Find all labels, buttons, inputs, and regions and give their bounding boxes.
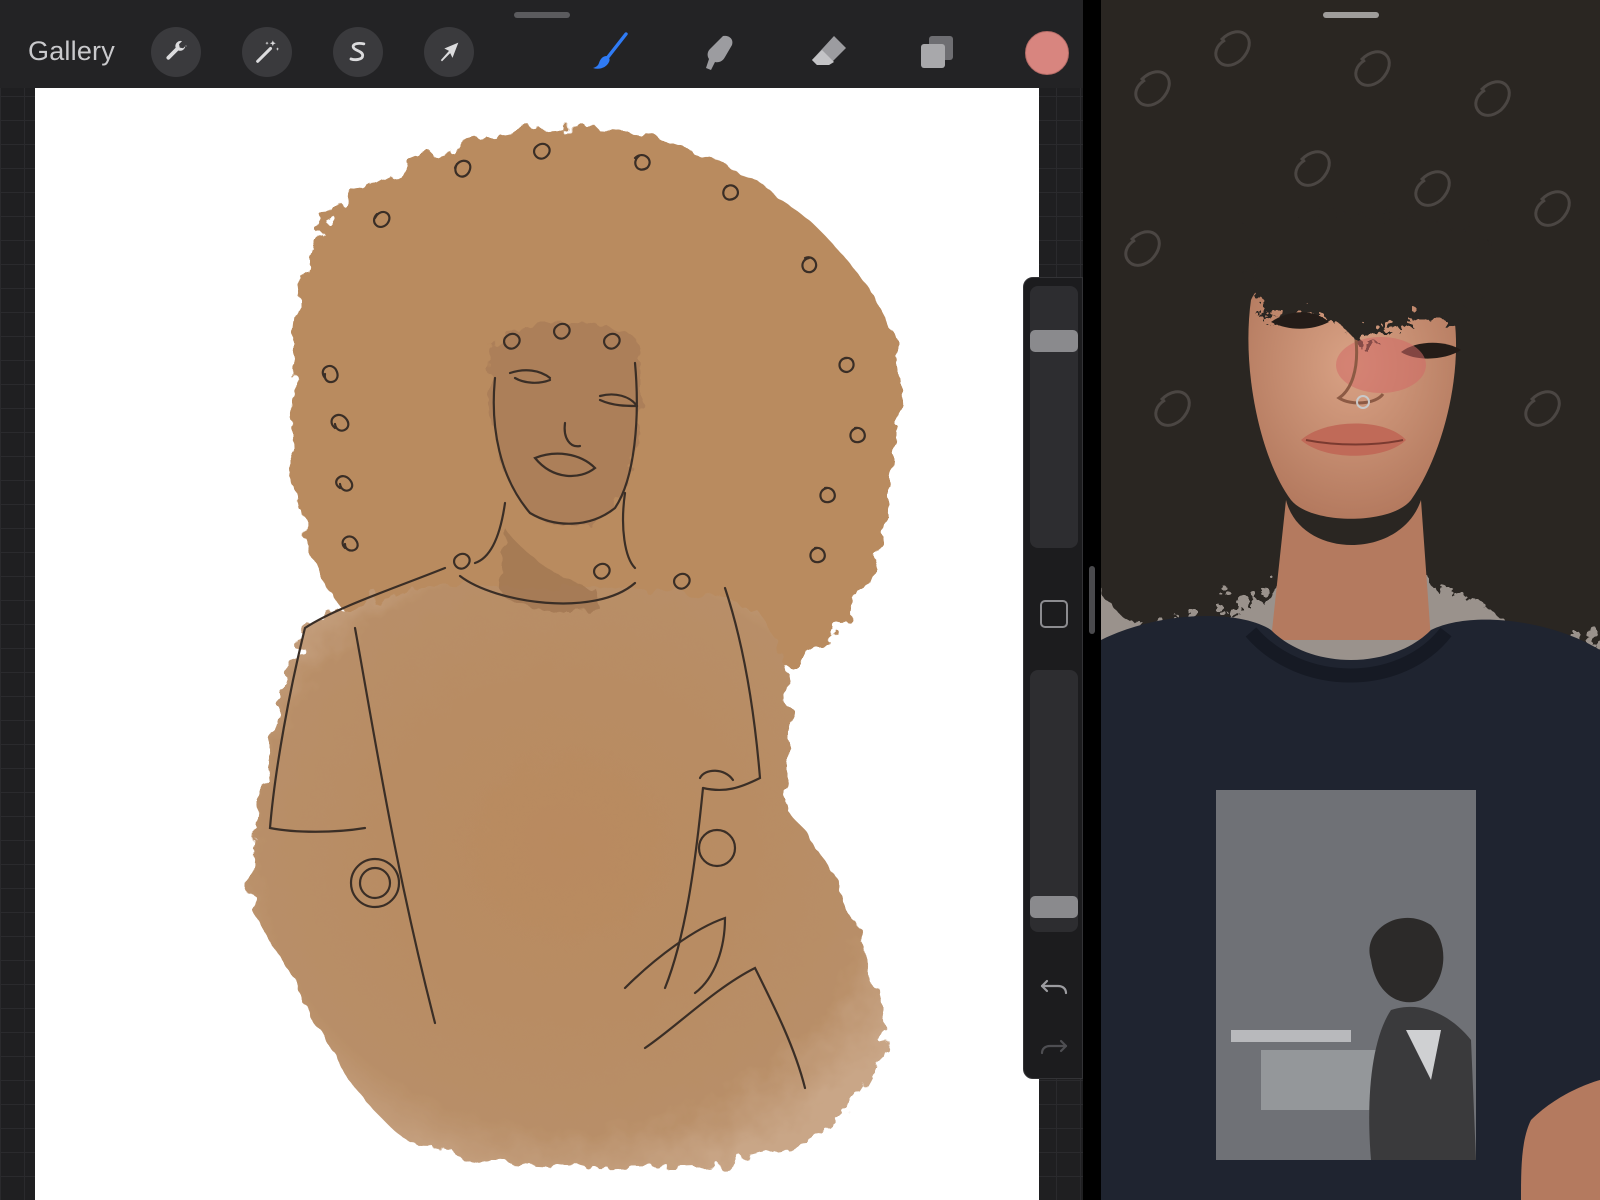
- brush-button[interactable]: [586, 28, 634, 76]
- procreate-app: Gallery: [0, 0, 1083, 1200]
- redo-arrow-icon: [1040, 1039, 1068, 1055]
- split-view-divider[interactable]: [1083, 0, 1101, 1200]
- brush-opacity-thumb[interactable]: [1030, 896, 1078, 919]
- adjustments-button[interactable]: [242, 27, 292, 77]
- brush-sidebar: [1023, 277, 1083, 1079]
- undo-arrow-icon: [1040, 979, 1068, 995]
- sketch-illustration: [250, 127, 902, 1168]
- paintbrush-icon: [593, 32, 628, 69]
- redo-button[interactable]: [1038, 1030, 1070, 1062]
- eraser-button[interactable]: [805, 28, 853, 76]
- transform-button[interactable]: [424, 27, 474, 77]
- top-toolbar: Gallery: [0, 0, 1083, 88]
- selection-s-icon: [349, 41, 366, 62]
- split-view: Gallery: [0, 0, 1600, 1200]
- magic-wand-icon: [256, 40, 280, 63]
- multitasking-grabber[interactable]: [514, 12, 570, 18]
- gallery-button[interactable]: Gallery: [28, 36, 115, 67]
- brush-size-slider[interactable]: [1030, 286, 1078, 548]
- smudge-finger-icon: [706, 35, 733, 70]
- brush-opacity-slider[interactable]: [1030, 670, 1078, 932]
- brush-size-thumb[interactable]: [1030, 330, 1078, 353]
- layers-button[interactable]: [913, 28, 961, 76]
- cursor-arrow-icon: [440, 42, 459, 62]
- actions-button[interactable]: [151, 27, 201, 77]
- eraser-icon: [812, 36, 846, 65]
- selection-button[interactable]: [333, 27, 383, 77]
- shirt-fill: [250, 584, 885, 1168]
- drawing-canvas[interactable]: [35, 88, 1039, 1200]
- reference-photo-app: [1101, 0, 1600, 1200]
- divider-handle[interactable]: [1089, 566, 1095, 634]
- smudge-button[interactable]: [695, 28, 743, 76]
- color-picker-button[interactable]: [1025, 31, 1069, 75]
- undo-button[interactable]: [1038, 970, 1070, 1002]
- square-outline-icon[interactable]: [1040, 600, 1068, 628]
- layers-icon: [921, 36, 953, 68]
- reference-photo: [1101, 0, 1600, 1200]
- multitasking-grabber[interactable]: [1323, 12, 1379, 18]
- wrench-icon: [166, 40, 187, 60]
